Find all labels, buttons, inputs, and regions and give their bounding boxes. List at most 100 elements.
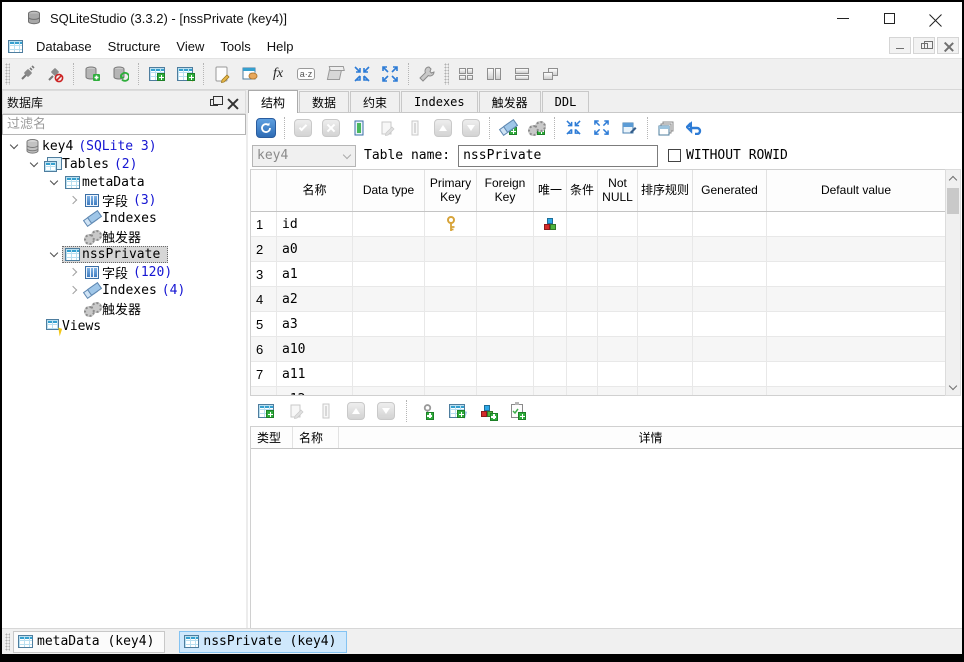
cell-generated[interactable] <box>693 387 767 395</box>
cell-collate[interactable] <box>638 337 693 362</box>
table-row[interactable]: 8 a12 <box>251 387 945 395</box>
cell-collate[interactable] <box>638 287 693 312</box>
new-table-quick-button[interactable] <box>171 61 199 87</box>
table-name-input[interactable] <box>458 145 658 167</box>
tab-triggers[interactable]: 触发器 <box>479 91 541 112</box>
mdi-restore-button[interactable] <box>913 37 935 54</box>
tree-item-database[interactable]: key4 (SQLite 3) <box>2 137 246 155</box>
cell-foreign-key[interactable] <box>477 212 534 237</box>
add-column-button[interactable] <box>345 115 373 141</box>
chevron-right-icon[interactable] <box>66 269 82 275</box>
toolbar-grip[interactable] <box>5 63 10 85</box>
functions-button[interactable]: fx <box>264 61 292 87</box>
add-index-button[interactable] <box>494 115 522 141</box>
col-header-foreign-key[interactable]: Foreign Key <box>477 170 534 211</box>
cell-foreign-key[interactable] <box>477 312 534 337</box>
cell-collate[interactable] <box>638 262 693 287</box>
toolbar-grip[interactable] <box>444 63 449 85</box>
cell-check[interactable] <box>567 262 598 287</box>
cell-name[interactable]: a3 <box>277 312 353 337</box>
col-header-default[interactable]: Default value <box>767 170 945 211</box>
move-constraint-down-button[interactable] <box>372 398 400 424</box>
cell-primary-key[interactable] <box>425 387 477 395</box>
without-rowid-option[interactable]: WITHOUT ROWID <box>668 148 788 163</box>
table-row[interactable]: 5 a3 <box>251 312 945 337</box>
cell-check[interactable] <box>567 287 598 312</box>
cell-unique[interactable] <box>534 287 567 312</box>
scroll-up-button[interactable] <box>946 170 960 186</box>
expand-columns-button[interactable] <box>587 115 615 141</box>
cell-collate[interactable] <box>638 237 693 262</box>
tree-item-metadata[interactable]: metaData <box>2 173 246 191</box>
cell-generated[interactable] <box>693 362 767 387</box>
cell-foreign-key[interactable] <box>477 237 534 262</box>
cell-not-null[interactable] <box>598 287 638 312</box>
cell-default[interactable] <box>767 387 945 395</box>
scroll-down-button[interactable] <box>946 379 960 395</box>
plugins-button[interactable] <box>320 61 348 87</box>
cell-default[interactable] <box>767 237 945 262</box>
cell-generated[interactable] <box>693 262 767 287</box>
cell-foreign-key[interactable] <box>477 337 534 362</box>
new-table-button[interactable] <box>143 61 171 87</box>
chevron-down-icon[interactable] <box>26 163 42 166</box>
cell-name[interactable]: a2 <box>277 287 353 312</box>
cell-foreign-key[interactable] <box>477 287 534 312</box>
tab-constraints[interactable]: 约束 <box>350 91 400 112</box>
open-windows-button[interactable] <box>652 115 680 141</box>
undo-button[interactable] <box>680 115 708 141</box>
rollback-structure-button[interactable] <box>317 115 345 141</box>
table-row[interactable]: 3 a1 <box>251 262 945 287</box>
database-combo[interactable]: key4 <box>252 145 356 167</box>
cell-collate[interactable] <box>638 312 693 337</box>
tree-item-nssprivate-triggers[interactable]: 触发器 <box>2 299 246 317</box>
mdi-minimize-button[interactable] <box>889 37 911 54</box>
cell-primary-key[interactable] <box>425 212 477 237</box>
disconnect-button[interactable] <box>41 61 69 87</box>
scrollbar-thumb[interactable] <box>947 188 959 214</box>
commit-structure-button[interactable] <box>289 115 317 141</box>
shrink-columns-button[interactable] <box>559 115 587 141</box>
table-row[interactable]: 1 id <box>251 212 945 237</box>
cell-check[interactable] <box>567 387 598 395</box>
format-structure-button[interactable] <box>615 115 643 141</box>
col-header-name[interactable]: 名称 <box>277 170 353 211</box>
col-header-datatype[interactable]: Data type <box>353 170 425 211</box>
mdi-close-button[interactable] <box>937 37 959 54</box>
cell-datatype[interactable] <box>353 237 425 262</box>
table-row[interactable]: 4 a2 <box>251 287 945 312</box>
cell-check[interactable] <box>567 362 598 387</box>
add-unique-button[interactable] <box>473 398 501 424</box>
add-trigger-button[interactable] <box>522 115 550 141</box>
cell-name[interactable]: a10 <box>277 337 353 362</box>
menu-tools[interactable]: Tools <box>212 36 258 57</box>
cell-datatype[interactable] <box>353 337 425 362</box>
without-rowid-checkbox[interactable] <box>668 149 681 162</box>
cell-unique[interactable] <box>534 262 567 287</box>
cell-name[interactable]: a12 <box>277 387 353 395</box>
move-constraint-up-button[interactable] <box>342 398 370 424</box>
maximize-button[interactable] <box>866 2 912 34</box>
cell-not-null[interactable] <box>598 312 638 337</box>
shrink-windows-button[interactable] <box>348 61 376 87</box>
cell-collate[interactable] <box>638 387 693 395</box>
cell-check[interactable] <box>567 212 598 237</box>
cell-collate[interactable] <box>638 212 693 237</box>
cell-name[interactable]: a1 <box>277 262 353 287</box>
cell-datatype[interactable] <box>353 287 425 312</box>
delete-column-button[interactable] <box>401 115 429 141</box>
cell-default[interactable] <box>767 337 945 362</box>
col-header-collate[interactable]: 排序规则 <box>638 170 693 211</box>
cell-check[interactable] <box>567 312 598 337</box>
col-header-generated[interactable]: Generated <box>693 170 767 211</box>
cell-datatype[interactable] <box>353 362 425 387</box>
constraints-col-details[interactable]: 详情 <box>339 427 962 448</box>
edit-column-button[interactable] <box>373 115 401 141</box>
add-check-constraint-button[interactable] <box>503 398 531 424</box>
tab-data[interactable]: 数据 <box>299 91 349 112</box>
refresh-structure-button[interactable] <box>252 115 280 141</box>
move-column-down-button[interactable] <box>457 115 485 141</box>
cell-primary-key[interactable] <box>425 362 477 387</box>
tree-item-tables[interactable]: Tables (2) <box>2 155 246 173</box>
table-row[interactable]: 7 a11 <box>251 362 945 387</box>
